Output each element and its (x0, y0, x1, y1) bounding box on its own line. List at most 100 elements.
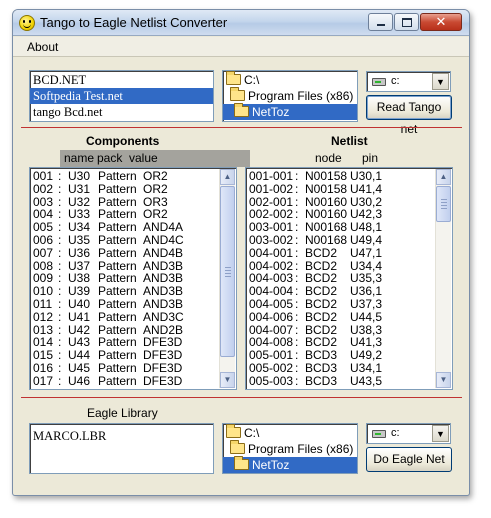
component-cell: Pattern (98, 309, 137, 324)
netlist-column-node: node (315, 151, 342, 165)
table-row[interactable]: 011: U40 Pattern AND3B (30, 297, 236, 311)
menu-bar: About (13, 37, 469, 57)
scroll-thumb[interactable] (220, 186, 235, 357)
component-cell: U36 (68, 245, 91, 260)
dir-label: NetToz (252, 105, 290, 119)
netlist-title: Netlist (331, 134, 368, 148)
table-row[interactable]: 004-005: BCD2 U37,3 (246, 297, 452, 311)
table-row[interactable]: 005-002: BCD3 U34,1 (246, 360, 452, 375)
netlist-cell: BCD3 (305, 373, 338, 388)
netlist-rows: 001-001: N00158 U30,1 001-002: N00158 U41,4 00… (246, 170, 452, 388)
dir-item-selected[interactable]: NetToz (223, 103, 357, 120)
components-scrollbar[interactable]: ▲ ▼ (219, 169, 235, 388)
list-item-selected[interactable]: Softpedia Test.net (30, 88, 213, 104)
component-cell: DFE3D (143, 360, 183, 375)
open-folder-icon (234, 456, 249, 470)
components-list[interactable]: 001: U30 Pattern OR2 002: U31 Pattern OR2 003: U3… (29, 167, 237, 390)
netlist-list[interactable]: 001-001: N00158 U30,1 001-002: N00158 U41,4 00… (245, 167, 453, 390)
netlist-cell: 001-002 (249, 181, 294, 196)
eagle-directory-list[interactable]: C:\ Program Files (x86) NetToz (222, 423, 358, 474)
table-row[interactable]: 001-002: N00158 U41,4 (246, 181, 452, 196)
netlist-cell: : (295, 245, 299, 260)
minimize-icon (377, 24, 385, 26)
netlist-cell: 004-006 (249, 309, 294, 324)
component-cell: : (58, 181, 62, 196)
netlist-cell: U34,1 (350, 360, 383, 375)
tango-directory-list[interactable]: C:\ Program Files (x86) NetToz (222, 70, 358, 122)
open-folder-icon (226, 424, 241, 438)
chevron-down-icon[interactable]: ▼ (432, 73, 449, 90)
menu-about[interactable]: About (27, 40, 58, 54)
close-button[interactable]: ✕ (420, 13, 462, 31)
component-cell: OR2 (143, 181, 168, 196)
table-row[interactable]: 007: U36 Pattern AND4B (30, 245, 236, 260)
open-folder-icon (234, 103, 249, 117)
table-row[interactable]: 017: U46 Pattern DFE3D (30, 373, 236, 388)
dir-item-selected[interactable]: NetToz (223, 456, 357, 473)
dir-label: Program Files (x86) (248, 442, 354, 456)
do-eagle-net-button[interactable]: Do Eagle Net (366, 447, 452, 472)
components-rows: 001: U30 Pattern OR2 002: U31 Pattern OR2 003: U3… (30, 170, 236, 388)
list-item[interactable]: BCD.NET (30, 72, 213, 88)
table-row[interactable]: 004-001: BCD2 U47,1 (246, 245, 452, 260)
column-pack: pack (97, 151, 123, 165)
netlist-cell: : (295, 309, 299, 324)
netlist-cell: BCD2 (305, 245, 338, 260)
title-bar[interactable]: Tango to Eagle Netlist Converter ✕ (13, 10, 469, 36)
dir-item[interactable]: C:\ (223, 424, 357, 441)
netlist-cell: U43,5 (350, 373, 383, 388)
open-folder-icon (230, 87, 245, 101)
component-cell: 002 (33, 181, 54, 196)
eagle-drive-select[interactable]: c: ▼ (366, 423, 451, 444)
scroll-down-icon[interactable]: ▼ (220, 372, 235, 388)
component-cell: : (58, 360, 62, 375)
table-row[interactable]: 016: U45 Pattern DFE3D (30, 360, 236, 375)
eagle-library-list[interactable]: MARCO.LBR (29, 423, 214, 474)
maximize-button[interactable] (394, 13, 419, 31)
dir-label: Program Files (x86) (248, 89, 354, 103)
list-item[interactable]: tango Bcd.net (30, 104, 213, 120)
minimize-button[interactable] (368, 13, 393, 31)
open-folder-icon (230, 440, 245, 454)
dir-item[interactable]: Program Files (x86) (223, 440, 357, 457)
table-row[interactable]: 004-006: BCD2 U44,5 (246, 309, 452, 324)
table-row[interactable]: 003-002: N00168 U49,4 (246, 233, 452, 247)
netlist-cell: : (295, 181, 299, 196)
component-cell: 016 (33, 360, 54, 375)
drive-value: c: (391, 75, 400, 87)
drive-icon (372, 78, 386, 86)
divider-top (21, 127, 462, 128)
chevron-down-icon[interactable]: ▼ (432, 425, 449, 442)
close-icon: ✕ (435, 14, 447, 29)
component-cell: U41 (68, 309, 91, 324)
scroll-up-icon[interactable]: ▲ (220, 169, 235, 185)
scroll-up-icon[interactable]: ▲ (436, 169, 451, 185)
netlist-cell: U44,5 (350, 309, 383, 324)
netlist-cell: 005-003 (249, 373, 294, 388)
component-cell: 017 (33, 373, 54, 388)
window-title: Tango to Eagle Netlist Converter (40, 15, 228, 30)
table-row[interactable]: 012: U41 Pattern AND3C (30, 309, 236, 324)
drive-icon (372, 430, 386, 438)
tango-drive-select[interactable]: c: ▼ (366, 71, 451, 92)
table-row[interactable]: 006: U35 Pattern AND4C (30, 233, 236, 247)
read-tango-net-button[interactable]: Read Tango net (366, 95, 452, 136)
component-cell: U46 (68, 373, 91, 388)
component-cell: DFE3D (143, 373, 183, 388)
component-cell: 012 (33, 309, 54, 324)
dir-item[interactable]: Program Files (x86) (223, 87, 357, 104)
component-cell: AND4B (143, 245, 184, 260)
table-row[interactable]: 005-003: BCD3 U43,5 (246, 373, 452, 388)
scroll-down-icon[interactable]: ▼ (436, 372, 451, 388)
components-column-header: name pack value (60, 150, 250, 167)
table-row[interactable]: 001: U30 Pattern OR2 (30, 170, 236, 183)
list-item[interactable]: MARCO.LBR (30, 428, 213, 444)
table-row[interactable]: 002: U31 Pattern OR2 (30, 181, 236, 196)
scroll-thumb[interactable] (436, 186, 451, 222)
table-row[interactable]: 001-001: N00158 U30,1 (246, 170, 452, 183)
netlist-cell: : (295, 360, 299, 375)
tango-file-list[interactable]: BCD.NET Softpedia Test.net tango Bcd.net (29, 70, 214, 122)
netlist-scrollbar[interactable]: ▲ ▼ (435, 169, 451, 388)
dir-item[interactable]: C:\ (223, 71, 357, 88)
component-cell: : (58, 373, 62, 388)
